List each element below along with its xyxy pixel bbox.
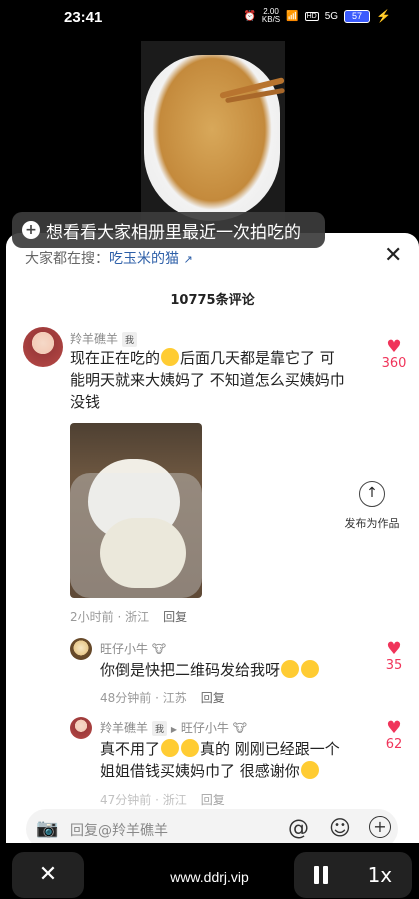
- comment-author[interactable]: 羚羊礁羊我: [70, 330, 138, 347]
- signal-icon: 5G: [324, 10, 339, 22]
- comment-text-part: 后面几天都是靠它了 可: [180, 349, 335, 367]
- like-count: 35: [385, 658, 403, 673]
- publish-as-work-button[interactable]: ↑ 发布为作品: [336, 481, 408, 531]
- playback-controls: 1x: [294, 852, 412, 898]
- mention-icon[interactable]: @: [288, 816, 309, 840]
- author-name[interactable]: 旺仔小牛: [100, 642, 148, 656]
- like-count: 62: [385, 737, 403, 752]
- charging-icon: ⚡: [376, 9, 391, 23]
- reply-input-bar[interactable]: 📷 回复@羚羊礁羊 @ ☺ +: [26, 809, 398, 843]
- reply-to-name[interactable]: 旺仔小牛: [181, 721, 229, 735]
- search-arrow-icon: ↗: [183, 253, 193, 266]
- heart-icon: ♥: [386, 337, 402, 357]
- avatar[interactable]: [70, 638, 92, 660]
- publish-label: 发布为作品: [344, 517, 400, 530]
- reply-button[interactable]: 回复: [163, 610, 187, 624]
- comment-text-part: 能明天就来大姨妈了 不知道怎么买姨妈巾: [70, 371, 345, 389]
- alarm-icon: ⏰: [243, 10, 256, 22]
- pause-icon[interactable]: [313, 866, 328, 884]
- comment-meta: 48分钟前 · 江苏 回复: [100, 689, 225, 706]
- comment-text-part: 没钱: [70, 393, 101, 411]
- video-frame[interactable]: [141, 41, 285, 241]
- comment-sheet: 大家都在搜：吃玉米的猫 ↗ ✕ 10775条评论 羚羊礁羊我 现在正在吃的 后面几…: [6, 233, 419, 843]
- reply-arrow-icon: ▶: [170, 725, 178, 734]
- crying-emoji-icon: [161, 348, 180, 366]
- reply-button[interactable]: 回复: [201, 691, 225, 705]
- crying-emoji-icon: [181, 739, 200, 757]
- comment-author[interactable]: 旺仔小牛 🐮: [100, 640, 166, 657]
- noodle-bowl-image: [144, 55, 280, 221]
- comment-text[interactable]: 你倒是快把二维码发给我呀: [100, 659, 370, 681]
- hd-badge: HD: [304, 11, 319, 21]
- comment-text-part: 现在正在吃的: [70, 349, 161, 367]
- like-button[interactable]: ♥ 35: [377, 640, 411, 673]
- plastic-bag-image: [70, 473, 202, 598]
- like-count: 360: [381, 356, 407, 371]
- net-speed-unit: KB/S: [261, 15, 281, 24]
- comment-text[interactable]: 真不用了 真的 刚刚已经跟一个 姐姐借钱买姨妈巾了 很感谢你: [100, 738, 375, 782]
- heart-icon: ♥: [386, 639, 402, 659]
- bottom-control-bar: ✕ www.ddrj.vip 1x: [0, 843, 419, 899]
- comment-text[interactable]: 现在正在吃的 后面几天都是靠它了 可 能明天就来大姨妈了 不知道怎么买姨妈巾 没钱: [70, 347, 360, 413]
- comment-text-part: 姐姐借钱买姨妈巾了 很感谢你: [100, 762, 300, 780]
- reply-input[interactable]: 回复@羚羊礁羊: [70, 820, 168, 840]
- reply-button[interactable]: 回复: [201, 793, 225, 807]
- like-button[interactable]: ♥ 360: [377, 338, 411, 371]
- cow-emoji-icon: 🐮: [151, 642, 167, 656]
- emoji-icon[interactable]: ☺: [329, 816, 351, 840]
- add-icon: +: [22, 221, 40, 239]
- camera-icon[interactable]: 📷: [36, 818, 58, 839]
- comment-meta: 47分钟前 · 浙江 回复: [100, 791, 225, 808]
- cow-emoji-icon: 🐮: [232, 721, 247, 735]
- search-prefix: 大家都在搜：: [25, 251, 109, 267]
- wifi-icon: 📶: [286, 10, 299, 22]
- close-icon[interactable]: ✕: [384, 243, 402, 268]
- author-name[interactable]: 羚羊礁羊: [100, 721, 148, 735]
- comment-photo[interactable]: [70, 423, 202, 598]
- heart-icon: ♥: [386, 718, 402, 738]
- comment-time-location: 47分钟前 · 浙江: [100, 793, 187, 807]
- self-tag: 我: [152, 721, 168, 736]
- comment-text-part: 真的 刚刚已经跟一个: [200, 740, 340, 758]
- upload-arrow-icon: ↑: [359, 481, 385, 507]
- status-time: 23:41: [64, 9, 103, 26]
- smirk-emoji-icon: [301, 660, 320, 678]
- self-tag: 我: [122, 332, 138, 347]
- comment-count: 10775条评论: [170, 293, 255, 308]
- net-speed: 2.00 KB/S: [262, 8, 280, 24]
- comment-time-location: 48分钟前 · 江苏: [100, 691, 187, 705]
- hug-emoji-icon: [300, 761, 319, 779]
- plus-icon[interactable]: +: [369, 816, 391, 838]
- battery-icon: 57: [344, 9, 371, 23]
- avatar[interactable]: [70, 717, 92, 739]
- comment-time-location: 2小时前 · 浙江: [70, 610, 150, 624]
- comment-text-part: 你倒是快把二维码发给我呀: [100, 661, 281, 679]
- comment-text-part: 真不用了: [100, 740, 161, 758]
- video-area[interactable]: [0, 38, 419, 241]
- crying-emoji-icon: [161, 739, 180, 757]
- video-title-pill[interactable]: + 想看看大家相册里最近一次拍吃的: [12, 212, 325, 248]
- avatar[interactable]: [23, 327, 63, 367]
- author-name[interactable]: 羚羊礁羊: [70, 332, 118, 346]
- search-term-link[interactable]: 吃玉米的猫: [109, 251, 179, 267]
- comment-author[interactable]: 羚羊礁羊我 ▶ 旺仔小牛 🐮: [100, 719, 247, 736]
- status-icons: ⏰ 2.00 KB/S 📶 HD 5G 57 ⚡: [243, 8, 391, 24]
- speed-button[interactable]: 1x: [368, 863, 393, 887]
- status-bar: 23:41 ⏰ 2.00 KB/S 📶 HD 5G 57 ⚡: [0, 0, 419, 38]
- video-title: 想看看大家相册里最近一次拍吃的: [46, 222, 301, 243]
- smirk-emoji-icon: [281, 660, 300, 678]
- like-button[interactable]: ♥ 62: [377, 719, 411, 752]
- comment-meta: 2小时前 · 浙江 回复: [70, 608, 187, 625]
- search-suggestion[interactable]: 大家都在搜：吃玉米的猫 ↗: [25, 248, 193, 268]
